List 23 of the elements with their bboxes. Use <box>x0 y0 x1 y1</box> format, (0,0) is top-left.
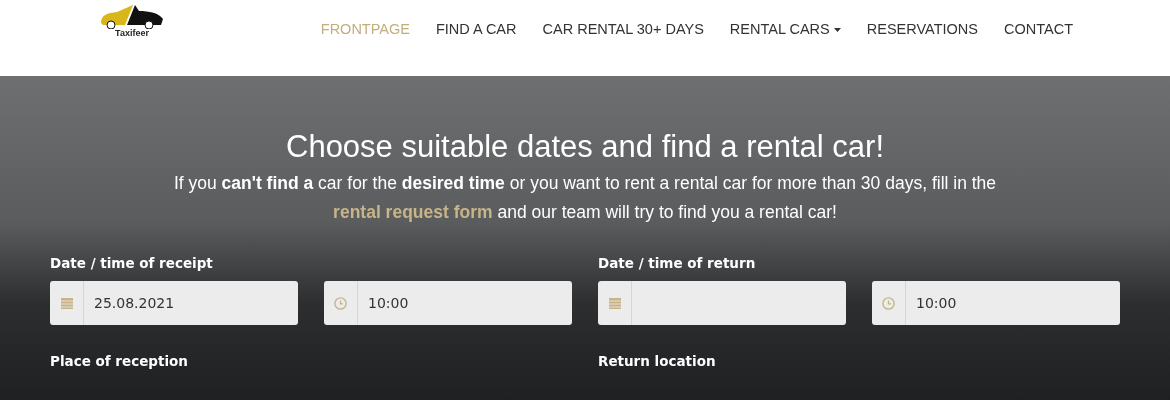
car-logo-icon <box>99 3 165 29</box>
hero-title: Choose suitable dates and find a rental car! <box>285 128 885 166</box>
nav-link[interactable]: CAR RENTAL 30+ DAYS <box>529 19 717 41</box>
field-label: Date / time of receipt <box>50 254 214 274</box>
nav-link[interactable]: FIND A CAR <box>422 19 530 41</box>
time-field[interactable]: 10:00 <box>358 281 572 326</box>
hero-text: If you can't find a car for the desired time or you want to rent a rental car for more than 30 days, fill in the rental request form and our team will try to find you a rental car! <box>172 172 998 225</box>
caret-icon <box>833 28 841 33</box>
date-field[interactable] <box>632 281 846 326</box>
clock-icon <box>334 296 347 310</box>
nav-dropdown[interactable]: RENTAL CARS <box>716 19 854 41</box>
nav-link[interactable]: RESERVATIONS <box>853 19 991 41</box>
logo[interactable]: Taxifeer <box>92 3 172 49</box>
logo-text: Taxifeer <box>115 29 149 38</box>
field-label: Place of reception <box>50 352 189 372</box>
nav-link[interactable]: CONTACT <box>991 19 1086 41</box>
calendar-icon <box>608 297 621 310</box>
calendar-icon <box>60 297 73 310</box>
field-label: Date / time of return <box>598 254 757 274</box>
clock-icon <box>882 296 895 310</box>
field-label: Return location <box>598 352 717 372</box>
date-field[interactable]: 25.08.2021 <box>84 281 298 326</box>
time-field[interactable]: 10:00 <box>906 281 1120 326</box>
